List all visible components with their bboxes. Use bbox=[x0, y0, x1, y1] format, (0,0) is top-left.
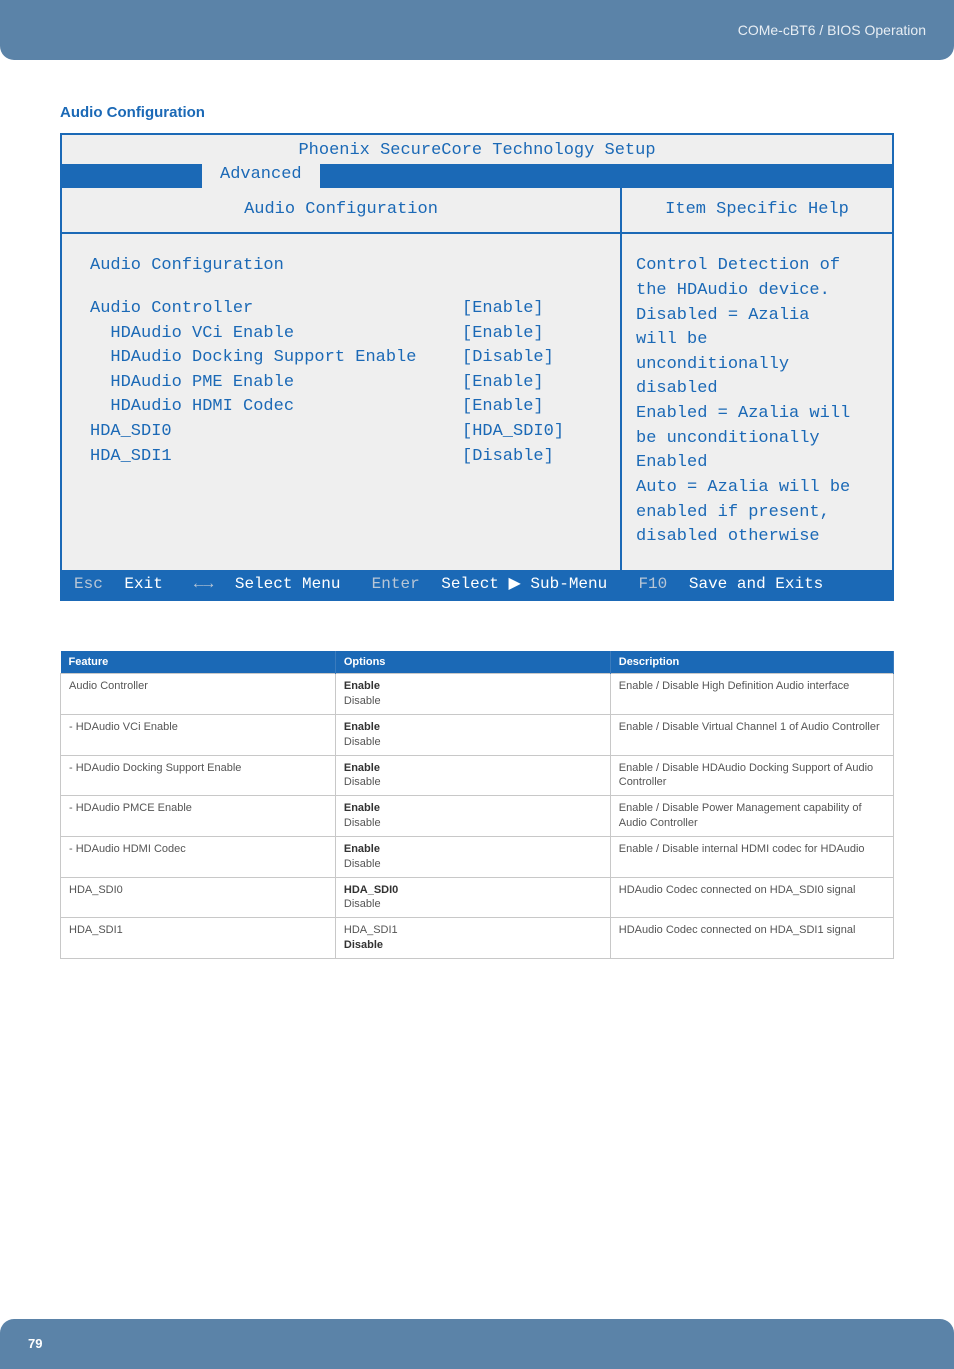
cell-description: Enable / Disable HDAudio Docking Support… bbox=[610, 755, 893, 796]
page-footer: 79 bbox=[0, 1319, 954, 1369]
bios-help-line: Disabled = Azalia bbox=[636, 304, 878, 329]
bios-help-line: enabled if present, bbox=[636, 501, 878, 526]
bios-item-value: [Enable] bbox=[462, 322, 612, 347]
bios-help-line: Control Detection of bbox=[636, 254, 878, 279]
cell-options: EnableDisable bbox=[335, 674, 610, 715]
bios-header-row: Audio Configuration Item Specific Help bbox=[62, 188, 892, 235]
breadcrumb: COMe-cBT6 / BIOS Operation bbox=[738, 22, 926, 38]
bios-item: HDAudio Docking Support Enable[Disable] bbox=[90, 346, 612, 371]
bios-help-panel: Control Detection of the HDAudio device.… bbox=[622, 234, 892, 570]
bios-help-line: disabled otherwise bbox=[636, 525, 878, 550]
footer-label-save: Save and Exits bbox=[689, 573, 823, 596]
bios-item-value: [Enable] bbox=[462, 297, 612, 322]
bios-panel-title: Audio Configuration bbox=[62, 188, 622, 233]
bios-item-label: Audio Controller bbox=[90, 297, 462, 322]
bios-item: HDAudio HDMI Codec[Enable] bbox=[90, 395, 612, 420]
bios-help-line: Enabled bbox=[636, 451, 878, 476]
bios-item-value: [Disable] bbox=[462, 445, 612, 470]
bios-item-label: HDA_SDI0 bbox=[90, 420, 462, 445]
bios-item-label: HDAudio HDMI Codec bbox=[90, 395, 462, 420]
table-row: - HDAudio HDMI Codec EnableDisable Enabl… bbox=[61, 836, 894, 877]
bios-tab-advanced: Advanced bbox=[202, 161, 320, 190]
bios-item: Audio Controller[Enable] bbox=[90, 297, 612, 322]
cell-options: HDA_SDI0Disable bbox=[335, 877, 610, 918]
section-title: Audio Configuration bbox=[60, 104, 894, 121]
table-row: - HDAudio VCi Enable EnableDisable Enabl… bbox=[61, 714, 894, 755]
col-options: Options bbox=[335, 651, 610, 674]
bios-help-line: disabled bbox=[636, 377, 878, 402]
col-feature: Feature bbox=[61, 651, 336, 674]
table-row: - HDAudio Docking Support Enable EnableD… bbox=[61, 755, 894, 796]
bios-help-line: the HDAudio device. bbox=[636, 279, 878, 304]
bios-item-value: [Disable] bbox=[462, 346, 612, 371]
footer-key-enter: Enter bbox=[372, 573, 420, 596]
cell-description: HDAudio Codec connected on HDA_SDI0 sign… bbox=[610, 877, 893, 918]
bios-help-line: Enabled = Azalia will bbox=[636, 402, 878, 427]
cell-feature: Audio Controller bbox=[61, 674, 336, 715]
cell-description: Enable / Disable internal HDMI codec for… bbox=[610, 836, 893, 877]
cell-feature: - HDAudio HDMI Codec bbox=[61, 836, 336, 877]
bios-settings-panel: Audio Configuration Audio Controller[Ena… bbox=[62, 234, 622, 570]
cell-feature: HDA_SDI0 bbox=[61, 877, 336, 918]
page-content: Audio Configuration Phoenix SecureCore T… bbox=[0, 60, 954, 959]
bios-help-line: unconditionally bbox=[636, 353, 878, 378]
cell-feature: HDA_SDI1 bbox=[61, 918, 336, 959]
bios-footer: Esc Exit ←→ Select Menu Enter Select ▶ S… bbox=[62, 570, 892, 599]
bios-item: HDA_SDI1[Disable] bbox=[90, 445, 612, 470]
page-number: 79 bbox=[28, 1336, 42, 1351]
cell-options: EnableDisable bbox=[335, 755, 610, 796]
col-description: Description bbox=[610, 651, 893, 674]
bios-item-label: HDAudio PME Enable bbox=[90, 371, 462, 396]
bios-item-label: HDA_SDI1 bbox=[90, 445, 462, 470]
footer-key-arrows: ←→ bbox=[194, 573, 213, 596]
bios-item-value: [Enable] bbox=[462, 371, 612, 396]
bios-help-line: Auto = Azalia will be bbox=[636, 476, 878, 501]
bios-menubar: Advanced bbox=[62, 164, 892, 188]
bios-item: HDAudio PME Enable[Enable] bbox=[90, 371, 612, 396]
bios-item-value: [HDA_SDI0] bbox=[462, 420, 612, 445]
cell-feature: - HDAudio Docking Support Enable bbox=[61, 755, 336, 796]
table-row: HDA_SDI1 HDA_SDI1Disable HDAudio Codec c… bbox=[61, 918, 894, 959]
bios-item-label: HDAudio Docking Support Enable bbox=[90, 346, 462, 371]
cell-description: Enable / Disable Power Management capabi… bbox=[610, 796, 893, 837]
bios-body: Audio Configuration Audio Controller[Ena… bbox=[62, 234, 892, 570]
feature-table: Feature Options Description Audio Contro… bbox=[60, 651, 894, 959]
footer-label-select-sub: Select ▶ Sub-Menu bbox=[441, 573, 607, 596]
cell-description: Enable / Disable Virtual Channel 1 of Au… bbox=[610, 714, 893, 755]
bios-heading: Audio Configuration bbox=[90, 254, 612, 279]
footer-key-f10: F10 bbox=[638, 573, 667, 596]
bios-item-value: [Enable] bbox=[462, 395, 612, 420]
cell-options: EnableDisable bbox=[335, 796, 610, 837]
cell-description: Enable / Disable High Definition Audio i… bbox=[610, 674, 893, 715]
cell-options: HDA_SDI1Disable bbox=[335, 918, 610, 959]
table-row: Audio Controller EnableDisable Enable / … bbox=[61, 674, 894, 715]
cell-feature: - HDAudio PMCE Enable bbox=[61, 796, 336, 837]
bios-item: HDAudio VCi Enable[Enable] bbox=[90, 322, 612, 347]
footer-label-exit: Exit bbox=[124, 573, 162, 596]
bios-help-line: will be bbox=[636, 328, 878, 353]
table-header-row: Feature Options Description bbox=[61, 651, 894, 674]
bios-item-label: HDAudio VCi Enable bbox=[90, 322, 462, 347]
bios-title: Phoenix SecureCore Technology Setup bbox=[62, 135, 892, 164]
page-header: COMe-cBT6 / BIOS Operation bbox=[0, 0, 954, 60]
bios-help-line: be unconditionally bbox=[636, 427, 878, 452]
cell-description: HDAudio Codec connected on HDA_SDI1 sign… bbox=[610, 918, 893, 959]
bios-help-title: Item Specific Help bbox=[622, 188, 892, 233]
table-row: - HDAudio PMCE Enable EnableDisable Enab… bbox=[61, 796, 894, 837]
footer-key-esc: Esc bbox=[74, 573, 103, 596]
cell-options: EnableDisable bbox=[335, 836, 610, 877]
cell-options: EnableDisable bbox=[335, 714, 610, 755]
cell-feature: - HDAudio VCi Enable bbox=[61, 714, 336, 755]
bios-item: HDA_SDI0[HDA_SDI0] bbox=[90, 420, 612, 445]
bios-screenshot: Phoenix SecureCore Technology Setup Adva… bbox=[60, 133, 894, 601]
footer-label-select-menu: Select Menu bbox=[235, 573, 341, 596]
table-row: HDA_SDI0 HDA_SDI0Disable HDAudio Codec c… bbox=[61, 877, 894, 918]
